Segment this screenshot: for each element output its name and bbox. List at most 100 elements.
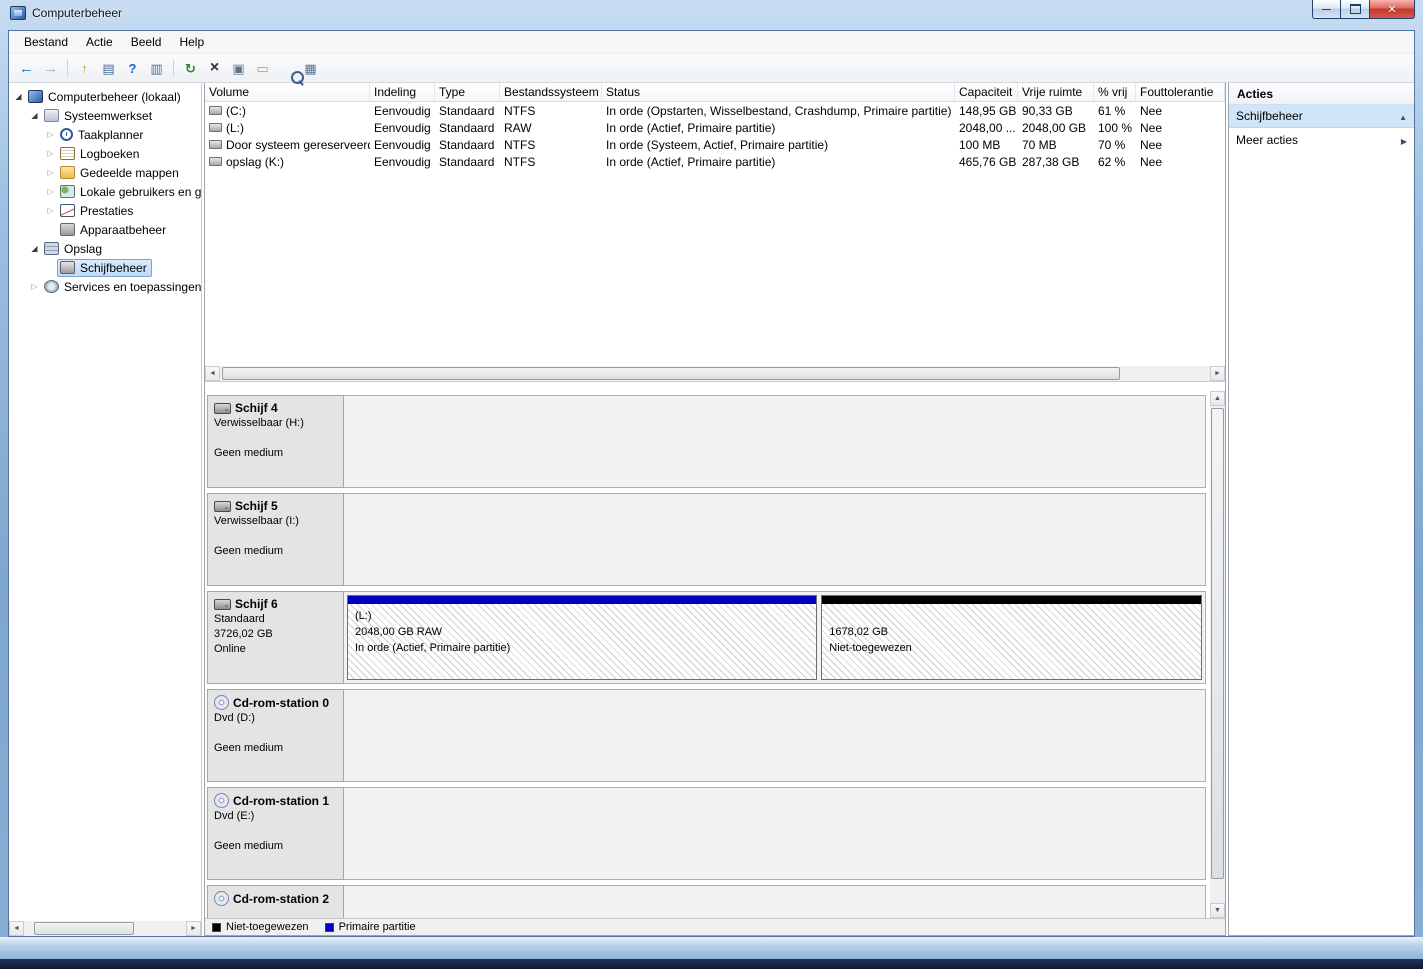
disk-name: Cd-rom-station 1 bbox=[233, 793, 329, 808]
open-icon[interactable] bbox=[251, 57, 274, 80]
volume-row-opslag-k[interactable]: opslag (K:) Eenvoudig Standaard NTFS In … bbox=[205, 153, 1225, 170]
column-pct-vrij[interactable]: % vrij bbox=[1094, 83, 1136, 101]
tree-item-lokale-gebruikers[interactable]: Lokale gebruikers en gr bbox=[9, 182, 201, 201]
scroll-left-icon[interactable]: ◄ bbox=[205, 366, 220, 381]
expander-closed-icon[interactable] bbox=[44, 149, 57, 158]
removable-disk-icon bbox=[214, 402, 231, 414]
partition-l[interactable]: (L:) 2048,00 GB RAW In orde (Actief, Pri… bbox=[347, 595, 818, 680]
scrollbar-thumb[interactable] bbox=[34, 922, 134, 935]
find-icon[interactable] bbox=[275, 57, 304, 84]
scroll-right-icon[interactable]: ► bbox=[1210, 366, 1225, 381]
disk-area-cdrom-0[interactable] bbox=[344, 689, 1206, 782]
volume-row-l[interactable]: (L:) Eenvoudig Standaard RAW In orde (Ac… bbox=[205, 119, 1225, 136]
volume-row-systeem-gereserveerd[interactable]: Door systeem gereserveerd Eenvoudig Stan… bbox=[205, 136, 1225, 153]
disk-size-line: 3726,02 GB bbox=[214, 628, 273, 640]
column-fouttolerantie[interactable]: Fouttolerantie bbox=[1136, 83, 1225, 101]
scroll-down-icon[interactable]: ▼ bbox=[1210, 903, 1225, 918]
forward-icon[interactable] bbox=[39, 57, 62, 80]
actions-meer-acties[interactable]: Meer acties bbox=[1229, 128, 1414, 151]
tree-item-services-toepassingen[interactable]: Services en toepassingen bbox=[9, 277, 201, 296]
horizontal-splitter[interactable] bbox=[205, 382, 1225, 391]
disk-area-cdrom-2[interactable] bbox=[344, 885, 1206, 918]
console-tree-pane: Computerbeheer (lokaal) Systeemwerkset T… bbox=[9, 83, 202, 936]
disk-label-cdrom-2[interactable]: Cd-rom-station 2 bbox=[207, 885, 344, 918]
column-bestandssysteem[interactable]: Bestandssysteem bbox=[500, 83, 602, 101]
menu-help[interactable]: Help bbox=[170, 32, 213, 52]
help-icon[interactable] bbox=[121, 57, 144, 80]
tree-item-gedeelde-mappen[interactable]: Gedeelde mappen bbox=[9, 163, 201, 182]
cell-vrije-ruimte: 287,38 GB bbox=[1022, 154, 1080, 169]
collapse-section-icon[interactable] bbox=[1399, 109, 1407, 123]
cell-fouttolerantie: Nee bbox=[1140, 103, 1163, 118]
scroll-right-icon[interactable]: ► bbox=[186, 921, 201, 936]
selected-tree-item[interactable]: Schijfbeheer bbox=[57, 258, 152, 277]
column-status[interactable]: Status bbox=[602, 83, 955, 101]
scroll-left-icon[interactable]: ◄ bbox=[9, 921, 24, 936]
scrollbar-thumb[interactable] bbox=[1211, 408, 1224, 879]
cell-pct-vrij: 62 % bbox=[1098, 154, 1126, 169]
partition-label: (L:) bbox=[355, 610, 372, 622]
expander-open-icon[interactable] bbox=[28, 111, 41, 120]
expander-closed-icon[interactable] bbox=[44, 130, 57, 139]
chevron-right-icon bbox=[1401, 133, 1407, 147]
cell-status: In orde (Opstarten, Wisselbestand, Crash… bbox=[606, 103, 952, 118]
actions-section-schijfbeheer[interactable]: Schijfbeheer bbox=[1229, 105, 1414, 128]
menu-actie[interactable]: Actie bbox=[77, 32, 122, 52]
expander-closed-icon[interactable] bbox=[44, 206, 57, 215]
disk-view-vertical-scrollbar[interactable]: ▲ ▼ bbox=[1210, 391, 1225, 918]
tree-item-computerbeheer-lokaal[interactable]: Computerbeheer (lokaal) bbox=[9, 87, 201, 106]
disk-area-schijf-4[interactable] bbox=[344, 395, 1206, 488]
column-type[interactable]: Type bbox=[435, 83, 500, 101]
tree-item-opslag[interactable]: Opslag bbox=[9, 239, 201, 258]
tree-horizontal-scrollbar[interactable]: ◄ ► bbox=[9, 921, 201, 936]
maximize-button[interactable] bbox=[1341, 0, 1370, 19]
tree-item-schijfbeheer[interactable]: Schijfbeheer bbox=[9, 258, 201, 277]
tree-item-systeemwerkset[interactable]: Systeemwerkset bbox=[9, 106, 201, 125]
delete-icon[interactable] bbox=[203, 57, 226, 80]
partition-unallocated[interactable]: 1678,02 GB Niet-toegewezen bbox=[821, 595, 1202, 680]
tree-item-taakplanner[interactable]: Taakplanner bbox=[9, 125, 201, 144]
disk-name: Cd-rom-station 2 bbox=[233, 891, 329, 906]
expander-open-icon[interactable] bbox=[12, 92, 25, 101]
shared-folders-icon bbox=[60, 166, 75, 179]
tree-item-logboeken[interactable]: Logboeken bbox=[9, 144, 201, 163]
volume-row-c[interactable]: (C:) Eenvoudig Standaard NTFS In orde (O… bbox=[205, 102, 1225, 119]
close-button[interactable] bbox=[1370, 0, 1415, 19]
menu-beeld[interactable]: Beeld bbox=[122, 32, 171, 52]
scroll-up-icon[interactable]: ▲ bbox=[1210, 391, 1225, 406]
disk-label-schijf-4[interactable]: Schijf 4 Verwisselbaar (H:) Geen medium bbox=[207, 395, 344, 488]
tree-item-apparaatbeheer[interactable]: Apparaatbeheer bbox=[9, 220, 201, 239]
cell-type: Standaard bbox=[439, 154, 495, 169]
refresh-icon[interactable] bbox=[179, 57, 202, 80]
expander-closed-icon[interactable] bbox=[44, 187, 57, 196]
minimize-button[interactable] bbox=[1312, 0, 1341, 19]
disk-area-schijf-5[interactable] bbox=[344, 493, 1206, 586]
up-one-level-icon[interactable] bbox=[73, 57, 96, 80]
disk-label-schijf-6[interactable]: Schijf 6 Standaard 3726,02 GB Online bbox=[207, 591, 344, 684]
toolbar bbox=[9, 54, 1414, 84]
disk-label-schijf-5[interactable]: Schijf 5 Verwisselbaar (I:) Geen medium bbox=[207, 493, 344, 586]
disk-area-schijf-6: (L:) 2048,00 GB RAW In orde (Actief, Pri… bbox=[344, 591, 1206, 684]
back-icon[interactable] bbox=[15, 57, 38, 80]
column-capaciteit[interactable]: Capaciteit bbox=[955, 83, 1018, 101]
disk-row-cdrom-1: Cd-rom-station 1 Dvd (E:) Geen medium bbox=[207, 787, 1206, 880]
disk-area-cdrom-1[interactable] bbox=[344, 787, 1206, 880]
expander-closed-icon[interactable] bbox=[28, 282, 41, 291]
show-hide-action-pane-icon[interactable] bbox=[145, 57, 168, 80]
expander-open-icon[interactable] bbox=[28, 244, 41, 253]
expander-closed-icon[interactable] bbox=[44, 168, 57, 177]
column-vrije-ruimte[interactable]: Vrije ruimte bbox=[1018, 83, 1094, 101]
cell-status: In orde (Systeem, Actief, Primaire parti… bbox=[606, 137, 829, 152]
column-indeling[interactable]: Indeling bbox=[370, 83, 435, 101]
column-volume[interactable]: Volume bbox=[205, 83, 370, 101]
title-bar[interactable]: Computerbeheer bbox=[0, 0, 1423, 30]
scrollbar-thumb[interactable] bbox=[222, 367, 1120, 380]
disk-label-cdrom-0[interactable]: Cd-rom-station 0 Dvd (D:) Geen medium bbox=[207, 689, 344, 782]
disk-label-cdrom-1[interactable]: Cd-rom-station 1 Dvd (E:) Geen medium bbox=[207, 787, 344, 880]
show-hide-console-tree-icon[interactable] bbox=[97, 57, 120, 80]
tree-label: Taakplanner bbox=[78, 127, 144, 142]
volume-list-horizontal-scrollbar[interactable]: ◄ ► bbox=[205, 366, 1225, 381]
menu-bestand[interactable]: Bestand bbox=[15, 32, 77, 52]
properties-icon[interactable] bbox=[227, 57, 250, 80]
tree-item-prestaties[interactable]: Prestaties bbox=[9, 201, 201, 220]
